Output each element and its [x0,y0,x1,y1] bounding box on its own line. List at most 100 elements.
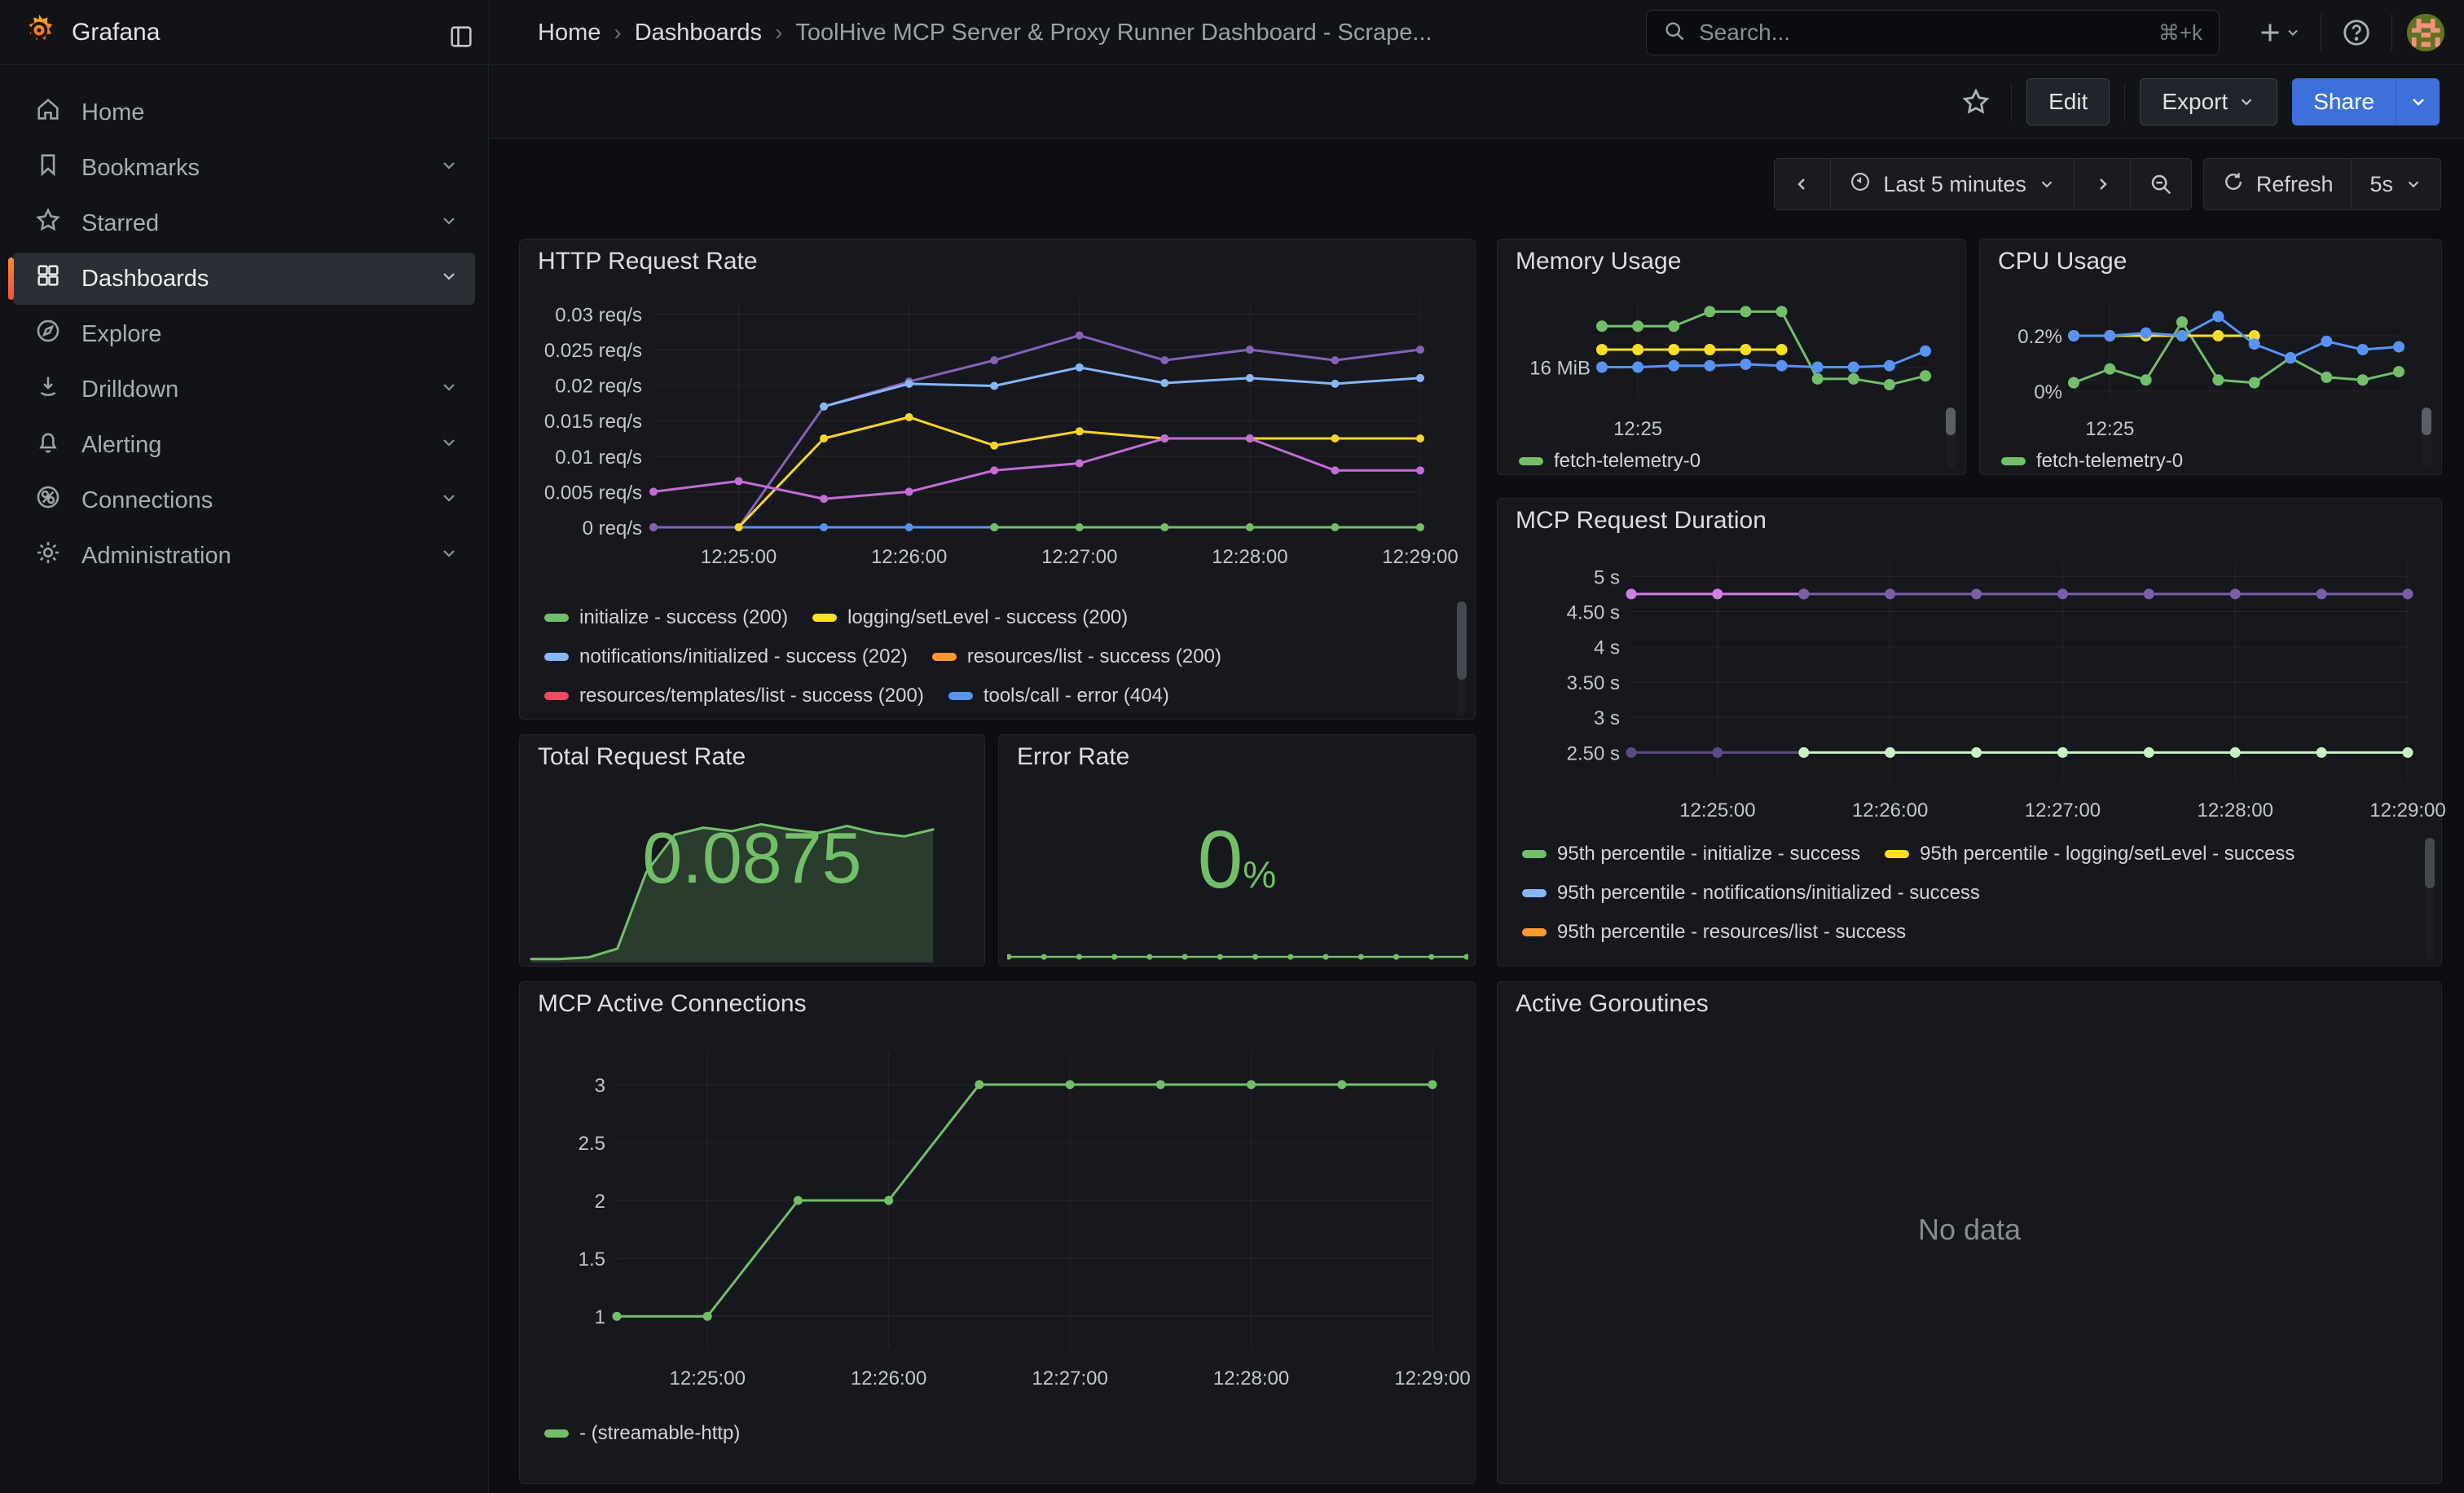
legend-swatch [1519,457,1543,465]
svg-text:12:29:00: 12:29:00 [1382,546,1458,568]
panel-title[interactable]: Active Goroutines [1516,990,1709,1018]
avatar[interactable] [2407,14,2444,51]
share-button[interactable]: Share [2292,78,2396,126]
panel-title[interactable]: MCP Active Connections [538,990,807,1018]
brand[interactable]: Grafana [21,0,160,65]
top-right-actions [2251,0,2444,65]
sidebar-item-label: Home [81,99,144,126]
svg-text:12:27:00: 12:27:00 [1041,546,1117,568]
svg-text:0.015 req/s: 0.015 req/s [544,411,642,433]
sidebar: Home Bookmarks Starred [0,65,489,1493]
legend-scrollbar[interactable] [1946,407,1956,468]
chevron-down-icon [439,543,459,570]
sidebar-item-drilldown[interactable]: Drilldown [13,363,475,416]
http-request-rate-chart[interactable]: 0 req/s0.005 req/s0.01 req/s0.015 req/s0… [531,285,1465,572]
sidebar-item-home[interactable]: Home [13,86,475,139]
panel-title[interactable]: MCP Request Duration [1516,507,1767,535]
refresh-button[interactable]: Refresh [2204,159,2352,209]
legend-item[interactable]: fetch-telemetry-0 [2001,442,2183,471]
chevron-down-icon [439,266,459,293]
breadcrumb-separator: › [614,20,621,46]
export-button[interactable]: Export [2140,78,2277,126]
memory-legend: fetch-telemetry-0 [1519,442,1877,471]
sidebar-item-label: Alerting [81,432,161,459]
panel-title[interactable]: CPU Usage [1998,248,2127,275]
legend-item[interactable]: 95th percentile - initialize - success [1522,835,1860,874]
legend-item[interactable]: 95th percentile - notifications/initiali… [1522,874,1980,913]
legend-scrollbar[interactable] [2422,407,2431,468]
sidebar-item-administration[interactable]: Administration [13,530,475,582]
compass-icon [34,317,62,351]
breadcrumb-dashboards[interactable]: Dashboards [635,20,762,46]
star-dashboard-button[interactable] [1956,81,1996,122]
legend-item[interactable]: - (streamable-http) [544,1414,740,1453]
time-range-group: Last 5 minutes [1774,158,2192,210]
search-icon [1663,20,1686,46]
help-icon[interactable] [2336,12,2377,53]
legend-item[interactable]: 95th percentile - resources/templates/li… [1522,952,1996,962]
legend-item[interactable]: 95th percentile - logging/setLevel - suc… [1885,835,2295,874]
home-icon [34,95,62,130]
sidebar-item-connections[interactable]: Connections [13,474,475,526]
panel-http-request-rate: HTTP Request Rate 0 req/s0.005 req/s0.01… [519,239,1476,720]
svg-text:0.03 req/s: 0.03 req/s [555,304,642,326]
legend-item[interactable]: notifications/initialized - success (202… [544,637,908,676]
sidebar-item-dashboards[interactable]: Dashboards [13,253,475,305]
sidebar-item-explore[interactable]: Explore [13,308,475,360]
legend-item[interactable]: fetch-telemetry-0 [1519,442,1701,471]
svg-text:12:26:00: 12:26:00 [851,1367,926,1390]
legend-item[interactable]: tools/list - success (200) [819,716,1063,717]
edit-button[interactable]: Edit [2026,78,2110,126]
legend-scrollbar[interactable] [2425,838,2435,960]
time-shift-back-button[interactable] [1775,159,1830,209]
legend-item[interactable]: resources/templates/list - success (200) [544,676,924,716]
search-box[interactable]: ⌘+k [1646,10,2220,55]
cpu-usage-chart[interactable]: 0.2%0%12:25 [1988,282,2422,442]
gear-icon [34,539,62,573]
panel-title[interactable]: Total Request Rate [538,743,746,771]
chevron-right-icon [2092,174,2112,194]
svg-text:12:25:00: 12:25:00 [1679,799,1755,821]
legend-item[interactable]: tools/call - error (404) [948,676,1169,716]
legend-item[interactable]: tools/call - success (200) [544,716,794,717]
legend-item[interactable]: resources/list - success (200) [932,637,1221,676]
panel-title[interactable]: Memory Usage [1516,248,1681,275]
svg-text:12:26:00: 12:26:00 [871,546,947,568]
sidebar-item-label: Administration [81,543,231,570]
chevron-down-icon [439,377,459,403]
legend-item[interactable]: unknown - success (200) [1089,716,1341,717]
sidebar-toggle-icon[interactable] [442,18,480,55]
mcp-active-connections-chart[interactable]: 11.522.5312:25:0012:26:0012:27:0012:28:0… [531,1028,1465,1403]
legend-scrollbar[interactable] [1457,601,1467,716]
mcp-request-duration-chart[interactable]: 2.50 s3 s3.50 s4 s4.50 s5 s12:25:0012:26… [1509,541,2428,828]
breadcrumb: Home › Dashboards › ToolHive MCP Server … [538,0,1432,65]
star-icon [34,206,62,240]
search-input[interactable] [1697,19,2147,46]
svg-text:0.025 req/s: 0.025 req/s [544,340,642,362]
share-options-button[interactable] [2396,78,2440,126]
refresh-interval-picker[interactable]: 5s [2351,159,2440,209]
time-shift-forward-button[interactable] [2074,159,2130,209]
panel-cpu-usage: CPU Usage 0.2%0%12:25 fetch-telemetry-0 [1979,239,2442,475]
legend-item[interactable]: logging/setLevel - success (200) [812,598,1128,637]
breadcrumb-home[interactable]: Home [538,20,601,46]
time-range-picker[interactable]: Last 5 minutes [1830,159,2074,209]
sidebar-item-starred[interactable]: Starred [13,197,475,249]
panel-active-goroutines: Active Goroutines No data [1497,981,2442,1484]
svg-text:12:28:00: 12:28:00 [2198,799,2273,821]
panel-title[interactable]: Error Rate [1017,743,1129,771]
memory-usage-chart[interactable]: 16 MiB12:25 [1506,282,1946,442]
top-bar: Grafana Home › Dashboards › ToolHive MCP… [0,0,2464,65]
sidebar-item-bookmarks[interactable]: Bookmarks [13,142,475,194]
svg-text:0.2%: 0.2% [2017,326,2062,348]
clock-icon [1849,170,1872,199]
legend-swatch [544,614,569,622]
legend-item[interactable]: initialize - success (200) [544,598,788,637]
chevron-down-icon [439,487,459,514]
add-button[interactable] [2251,13,2306,52]
panel-title[interactable]: HTTP Request Rate [538,248,758,275]
panel-memory-usage: Memory Usage 16 MiB12:25 fetch-telemetry… [1497,239,1966,475]
sidebar-item-alerting[interactable]: Alerting [13,419,475,471]
legend-item[interactable]: 95th percentile - resources/list - succe… [1522,913,1906,952]
zoom-out-button[interactable] [2130,159,2191,209]
